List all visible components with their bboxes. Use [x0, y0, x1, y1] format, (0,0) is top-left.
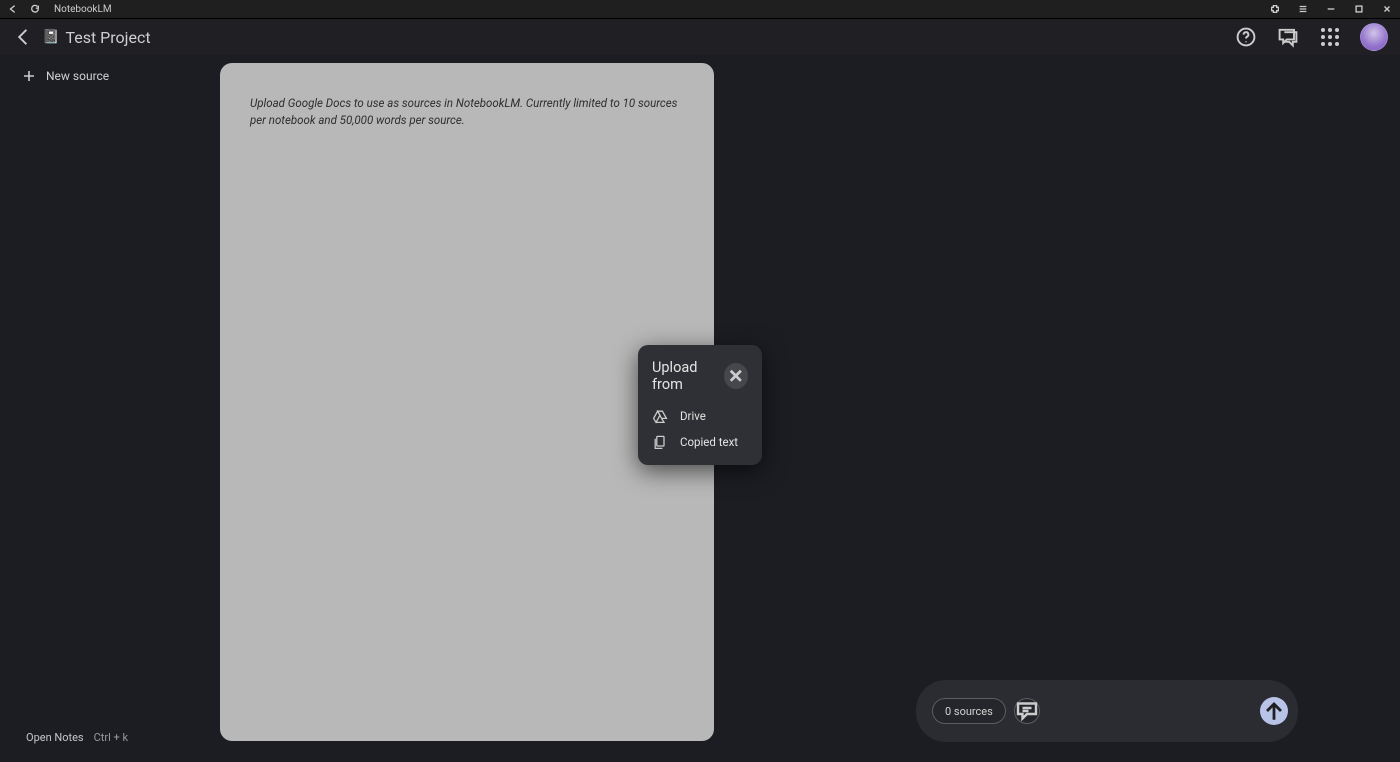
window-minimize-button[interactable] [1324, 2, 1338, 16]
close-icon [724, 364, 748, 388]
upload-option-label: Copied text [680, 435, 738, 449]
hamburger-icon [1298, 4, 1308, 14]
chat-composer: 0 sources [916, 680, 1298, 742]
open-notes-shortcut: Ctrl + k [94, 731, 128, 744]
window-maximize-button[interactable] [1352, 2, 1366, 16]
open-notes-footer[interactable]: Open Notes Ctrl + k [26, 731, 128, 744]
upload-popover: Upload from Drive Copied text [638, 345, 762, 465]
upload-popover-title: Upload from [652, 359, 724, 393]
maximize-icon [1354, 4, 1364, 14]
arrow-left-icon [12, 25, 36, 49]
apps-grid-icon [1321, 28, 1339, 46]
reload-icon [30, 4, 40, 14]
window-menu-button[interactable] [1296, 2, 1310, 16]
copied-text-icon [652, 434, 668, 450]
extension-icon [1270, 4, 1280, 14]
upload-option-label: Drive [680, 409, 706, 423]
main-area: New source Open Notes Ctrl + k Upload Go… [0, 55, 1400, 762]
nav-back-button[interactable] [6, 2, 20, 16]
window-close-button[interactable] [1380, 2, 1394, 16]
upload-option-copied-text[interactable]: Copied text [652, 429, 748, 455]
new-source-button[interactable]: New source [22, 69, 109, 83]
feedback-button[interactable] [1276, 25, 1300, 49]
drive-icon [652, 408, 668, 424]
google-apps-button[interactable] [1318, 25, 1342, 49]
notebook-icon: 📓 [42, 29, 59, 45]
composer-mode-button[interactable] [1014, 698, 1040, 724]
sources-pill[interactable]: 0 sources [932, 698, 1006, 724]
document-placeholder-text: Upload Google Docs to use as sources in … [250, 95, 680, 128]
window-titlebar: NotebookLM [0, 0, 1400, 19]
chat-icon [1276, 25, 1300, 49]
minimize-icon [1326, 4, 1336, 14]
app-header: 📓 Test Project [0, 19, 1400, 55]
chat-bubble-icon [1015, 699, 1039, 723]
reload-button[interactable] [28, 2, 42, 16]
extension-button[interactable] [1268, 2, 1282, 16]
upload-option-drive[interactable]: Drive [652, 403, 748, 429]
project-title: Test Project [65, 28, 150, 47]
close-icon [1382, 4, 1392, 14]
send-button[interactable] [1260, 697, 1288, 725]
arrow-up-icon [1260, 697, 1288, 725]
user-avatar[interactable] [1360, 23, 1388, 51]
back-button[interactable] [12, 25, 36, 49]
window-title: NotebookLM [54, 4, 112, 15]
plus-icon [22, 69, 36, 83]
help-icon [1234, 25, 1258, 49]
arrow-left-icon [8, 4, 18, 14]
project-title-area[interactable]: 📓 Test Project [42, 28, 151, 47]
upload-popover-close-button[interactable] [724, 363, 748, 389]
new-source-label: New source [46, 69, 109, 83]
help-button[interactable] [1234, 25, 1258, 49]
sources-count-label: 0 sources [945, 705, 993, 718]
open-notes-label: Open Notes [26, 731, 84, 744]
